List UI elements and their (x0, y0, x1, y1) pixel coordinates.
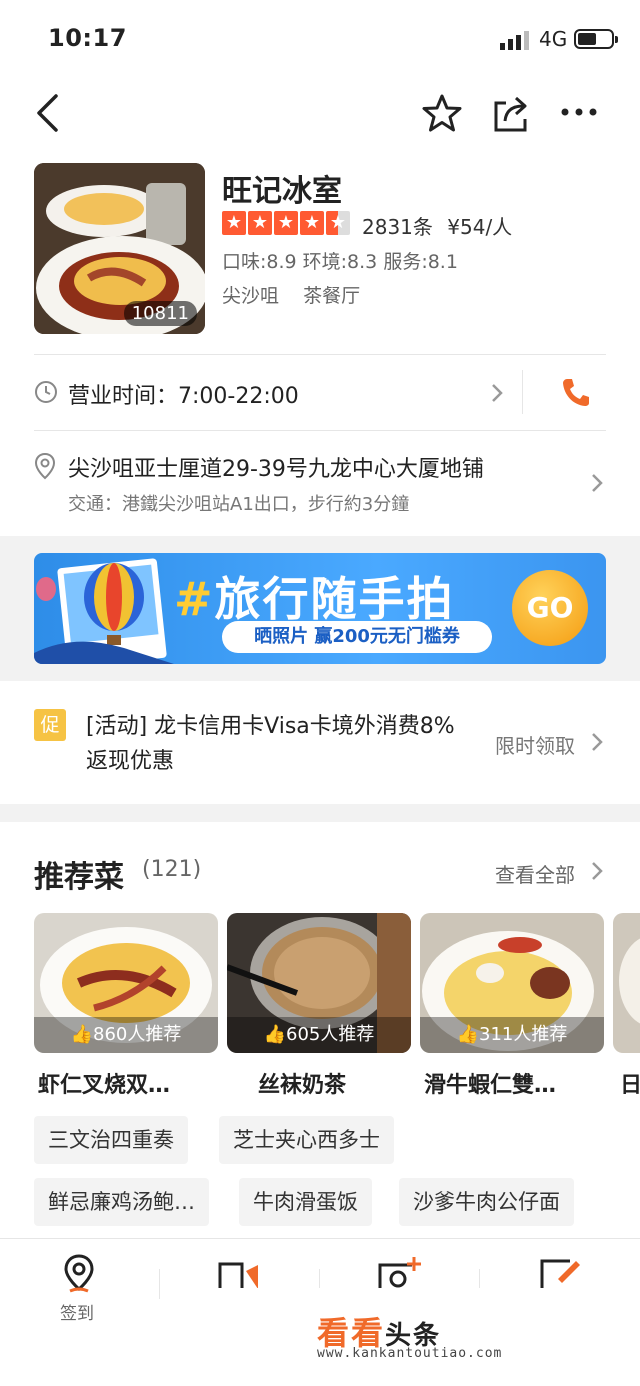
nav-bar (0, 88, 640, 138)
dish-card[interactable]: 👍860人推荐 (34, 913, 218, 1053)
dish-name: 日 (620, 1073, 640, 1098)
battery-icon (574, 29, 618, 49)
like-text: 860人推荐 (93, 1024, 182, 1045)
signal-icon (500, 31, 529, 50)
divider (34, 354, 606, 355)
dish-card[interactable]: 👍605人推荐 (227, 913, 411, 1053)
shop-name: 旺记冰室 (222, 174, 342, 209)
review-summary[interactable]: 2831条 ¥54/人 (362, 211, 512, 240)
chevron-right-icon (592, 733, 603, 751)
banner-title: #旅行随手拍 (174, 563, 455, 629)
star-icon: ★ (248, 211, 272, 235)
location-checkin-icon (64, 1254, 94, 1293)
business-hours: 营业时间：7:00-22:00 (68, 384, 299, 409)
rating-stars: ★ ★ ★ ★ ★ (222, 211, 350, 235)
promo-tag: 促 (34, 709, 66, 741)
promo-text-line: 返现优惠 (86, 749, 175, 774)
recommended-count: (121) (142, 857, 202, 882)
view-all-link[interactable]: 查看全部 (495, 859, 575, 888)
hot-air-balloon-icon (34, 558, 174, 664)
promo-text: [活动] 龙卡信用卡Visa卡境外消费8% 返现优惠 (86, 709, 455, 779)
banner-title-text: 旅行随手拍 (214, 572, 455, 626)
banner-subtitle: 晒照片 赢200元无门槛券 (222, 621, 492, 653)
dish-like-count: 👍311人推荐 (420, 1017, 604, 1053)
score-breakdown: 口味:8.9 环境:8.3 服务:8.1 (222, 251, 458, 273)
shop-photo[interactable]: 10811 (34, 163, 205, 334)
photo-count-badge: 10811 (123, 301, 197, 326)
vertical-divider (159, 1269, 160, 1299)
location-pin-icon (34, 452, 56, 480)
category-tag: 茶餐厅 (303, 285, 361, 307)
write-review-icon[interactable] (540, 1257, 582, 1289)
checkin-label: 签到 (60, 1304, 94, 1324)
star-icon: ★ (274, 211, 298, 235)
chevron-right-icon (592, 474, 603, 492)
video-icon[interactable] (218, 1261, 260, 1289)
review-count: 2831条 (362, 215, 433, 239)
share-icon[interactable] (492, 93, 530, 133)
go-button[interactable]: GO (512, 570, 588, 646)
network-label: 4G (539, 27, 568, 51)
dish-name: 滑牛蝦仁雙… (424, 1073, 557, 1098)
recommended-title: 推荐菜 (34, 860, 124, 895)
back-icon[interactable] (34, 92, 60, 134)
status-time: 10:17 (48, 24, 127, 52)
divider (34, 430, 606, 431)
dish-chip[interactable]: 牛肉滑蛋饭 (239, 1178, 372, 1226)
dish-photo (613, 913, 640, 1053)
dish-like-count: 👍605人推荐 (227, 1017, 411, 1053)
chevron-right-icon (492, 384, 503, 402)
dish-card[interactable]: 👍311人推荐 (420, 913, 604, 1053)
star-icon: ★ (300, 211, 324, 235)
dish-chip[interactable]: 沙爹牛肉公仔面 (399, 1178, 574, 1226)
dish-name: 虾仁叉烧双… (38, 1073, 171, 1098)
add-photo-icon[interactable] (378, 1257, 422, 1289)
dish-name: 丝袜奶茶 (258, 1073, 347, 1098)
promo-text-line: [活动] 龙卡信用卡Visa卡境外消费8% (86, 714, 455, 739)
dish-card[interactable] (613, 913, 640, 1053)
watermark: 看看头条 www.kankantoutiao.com (195, 1288, 640, 1386)
chevron-right-icon (592, 862, 603, 880)
watermark-url: www.kankantoutiao.com (317, 1346, 503, 1361)
dish-chip[interactable]: 三文治四重奏 (34, 1116, 188, 1164)
address-text: 尖沙咀亚士厘道29-39号九龙中心大厦地铺 (68, 457, 484, 482)
area-tag: 尖沙咀 (222, 285, 280, 307)
dish-chip[interactable]: 鲜忌廉鸡汤鲍… (34, 1178, 209, 1226)
vertical-divider (522, 370, 523, 414)
more-options-icon[interactable] (560, 107, 598, 117)
travel-photo-banner[interactable]: #旅行随手拍 晒照片 赢200元无门槛券 GO (34, 553, 606, 664)
phone-icon[interactable] (560, 376, 590, 408)
clock-icon (35, 381, 57, 403)
star-icon: ★ (222, 211, 246, 235)
section-gap (0, 804, 640, 822)
price-per-person: ¥54/人 (447, 215, 513, 239)
dish-like-count: 👍860人推荐 (34, 1017, 218, 1053)
shop-tags: 尖沙咀 茶餐厅 (222, 281, 360, 308)
banner-hash: # (174, 572, 215, 626)
favorite-star-icon[interactable] (421, 93, 463, 133)
dish-chip[interactable]: 芝士夹心西多士 (219, 1116, 394, 1164)
claim-link[interactable]: 限时领取 (495, 730, 575, 759)
transit-text: 交通：港鐵尖沙咀站A1出口，步行約3分鐘 (68, 494, 410, 515)
like-text: 311人推荐 (479, 1024, 568, 1045)
status-bar: 10:17 4G (0, 0, 640, 80)
like-text: 605人推荐 (286, 1024, 375, 1045)
half-star-icon: ★ (326, 211, 350, 235)
